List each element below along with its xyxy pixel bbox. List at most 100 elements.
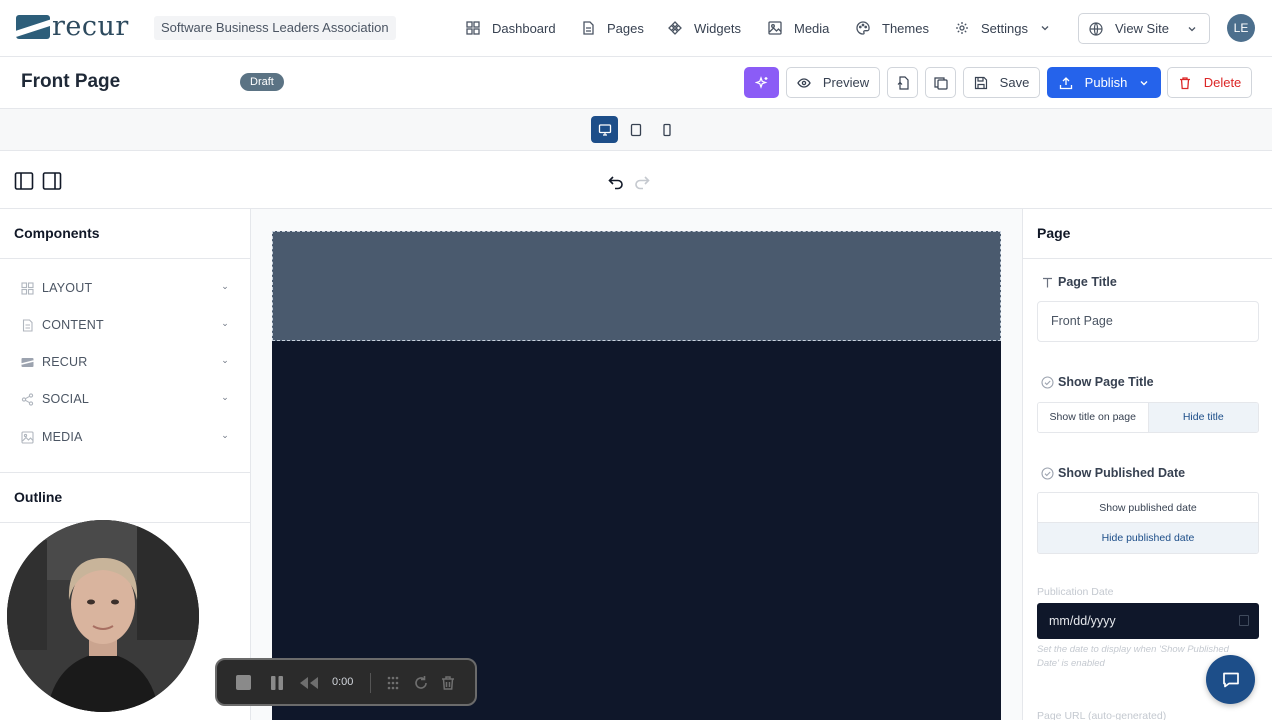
publication-date-label: Publication Date <box>1037 586 1114 598</box>
device-desktop-button[interactable] <box>591 116 618 143</box>
show-title-toggle: Show title on page Hide title <box>1037 402 1259 433</box>
canvas-header-section[interactable] <box>272 231 1001 341</box>
device-preview-bar <box>0 109 1272 151</box>
chevron-down-icon: ⌄ <box>221 430 229 440</box>
nav-pages-label: Pages <box>607 20 644 36</box>
divider <box>0 472 250 473</box>
page-title-input[interactable]: Front Page <box>1037 301 1259 342</box>
publish-button[interactable]: Publish <box>1047 67 1161 98</box>
category-media-label: MEDIA <box>42 430 83 444</box>
category-layout[interactable]: LAYOUT ⌄ <box>21 278 231 298</box>
revert-button[interactable] <box>887 67 918 98</box>
divider <box>1023 258 1272 259</box>
check-circle-icon <box>1041 375 1054 389</box>
check-circle-icon <box>1041 466 1054 480</box>
copy-icon <box>933 76 948 90</box>
organization-name[interactable]: Software Business Leaders Association <box>154 16 396 40</box>
show-date-option[interactable]: Show published date <box>1038 493 1258 523</box>
chevron-down-icon <box>1140 80 1148 85</box>
calendar-icon[interactable] <box>1239 615 1249 626</box>
page-header: Front Page Draft Preview Save Publish De… <box>0 57 1272 109</box>
publication-date-input[interactable]: mm/dd/yyyy <box>1037 603 1259 639</box>
page-title-label-text: Page Title <box>1058 275 1117 289</box>
publication-date-placeholder: mm/dd/yyyy <box>1049 614 1116 628</box>
panel-heading: Page <box>1037 225 1071 241</box>
nav-settings[interactable]: Settings <box>955 17 1050 39</box>
globe-icon <box>1089 21 1103 36</box>
show-page-title-label: Show Page Title <box>1041 375 1154 389</box>
show-published-date-label: Show Published Date <box>1041 466 1185 480</box>
chevron-down-icon: ⌄ <box>221 392 229 402</box>
status-badge: Draft <box>240 73 284 91</box>
save-button[interactable]: Save <box>963 67 1040 98</box>
presenter-video <box>7 520 199 712</box>
page-title-label: Page Title <box>1041 275 1117 289</box>
publish-label: Publish <box>1084 75 1128 90</box>
trash-icon[interactable] <box>440 675 456 691</box>
show-title-option[interactable]: Show title on page <box>1038 403 1149 432</box>
eye-icon <box>797 77 811 88</box>
rewind-icon[interactable] <box>299 676 319 690</box>
page-title: Front Page <box>21 71 121 92</box>
category-social[interactable]: SOCIAL ⌄ <box>21 389 231 409</box>
top-navigation: recur Software Business Leaders Associat… <box>0 0 1272 57</box>
undo-icon[interactable] <box>607 173 625 191</box>
pause-icon[interactable] <box>269 675 285 691</box>
duplicate-button[interactable] <box>925 67 956 98</box>
editor-toolbar <box>0 151 1272 209</box>
save-icon <box>974 76 987 89</box>
nav-dashboard[interactable]: Dashboard <box>466 17 556 39</box>
image-icon <box>768 21 782 35</box>
restart-icon[interactable] <box>413 675 429 691</box>
drag-handle-icon[interactable] <box>385 675 401 691</box>
nav-widgets-label: Widgets <box>694 20 741 36</box>
toggle-left-panel-icon[interactable] <box>14 171 34 191</box>
chevron-down-icon: ⌄ <box>221 318 229 328</box>
toggle-right-panel-icon[interactable] <box>42 171 62 191</box>
ai-assist-button[interactable] <box>744 67 779 98</box>
user-avatar[interactable]: LE <box>1227 14 1255 42</box>
sparkle-icon <box>754 75 767 89</box>
category-content[interactable]: CONTENT ⌄ <box>21 315 231 335</box>
recur-logo[interactable]: recur <box>16 13 129 40</box>
webcam-overlay[interactable] <box>7 520 199 712</box>
chat-support-button[interactable] <box>1206 655 1255 704</box>
view-site-label: View Site <box>1115 21 1169 36</box>
chevron-down-icon <box>1188 27 1196 32</box>
nav-media-label: Media <box>794 20 830 36</box>
image-icon <box>21 430 34 444</box>
category-recur[interactable]: RECUR ⌄ <box>21 352 231 372</box>
screen-recorder-controls: 0:00 <box>215 658 477 706</box>
document-icon <box>583 21 594 35</box>
category-media[interactable]: MEDIA ⌄ <box>21 427 231 447</box>
nav-dashboard-label: Dashboard <box>492 20 556 36</box>
text-type-icon <box>1043 277 1052 287</box>
hide-date-option[interactable]: Hide published date <box>1038 523 1258 553</box>
grid-icon <box>466 21 480 35</box>
palette-icon <box>856 21 870 35</box>
device-tablet-button[interactable] <box>622 116 649 143</box>
widget-icon <box>668 21 682 35</box>
stop-icon[interactable] <box>235 674 252 691</box>
desktop-icon <box>598 123 611 136</box>
logo-mark <box>16 15 50 39</box>
recur-icon <box>21 357 34 367</box>
view-site-button[interactable]: View Site <box>1078 13 1210 44</box>
nav-themes-label: Themes <box>882 20 929 36</box>
nav-media[interactable]: Media <box>768 17 829 39</box>
trash-icon <box>1179 76 1190 89</box>
nav-widgets[interactable]: Widgets <box>668 17 741 39</box>
outline-heading: Outline <box>14 489 63 505</box>
tablet-icon <box>630 123 641 136</box>
redo-icon[interactable] <box>633 173 651 191</box>
hide-title-option[interactable]: Hide title <box>1148 403 1258 432</box>
chevron-down-icon: ⌄ <box>221 281 229 291</box>
chevron-down-icon <box>1041 26 1049 31</box>
nav-pages[interactable]: Pages <box>581 17 644 39</box>
show-date-toggle: Show published date Hide published date <box>1037 492 1259 554</box>
nav-themes[interactable]: Themes <box>856 17 929 39</box>
category-content-label: CONTENT <box>42 318 104 332</box>
preview-button[interactable]: Preview <box>786 67 880 98</box>
delete-button[interactable]: Delete <box>1167 67 1252 98</box>
device-mobile-button[interactable] <box>653 116 680 143</box>
